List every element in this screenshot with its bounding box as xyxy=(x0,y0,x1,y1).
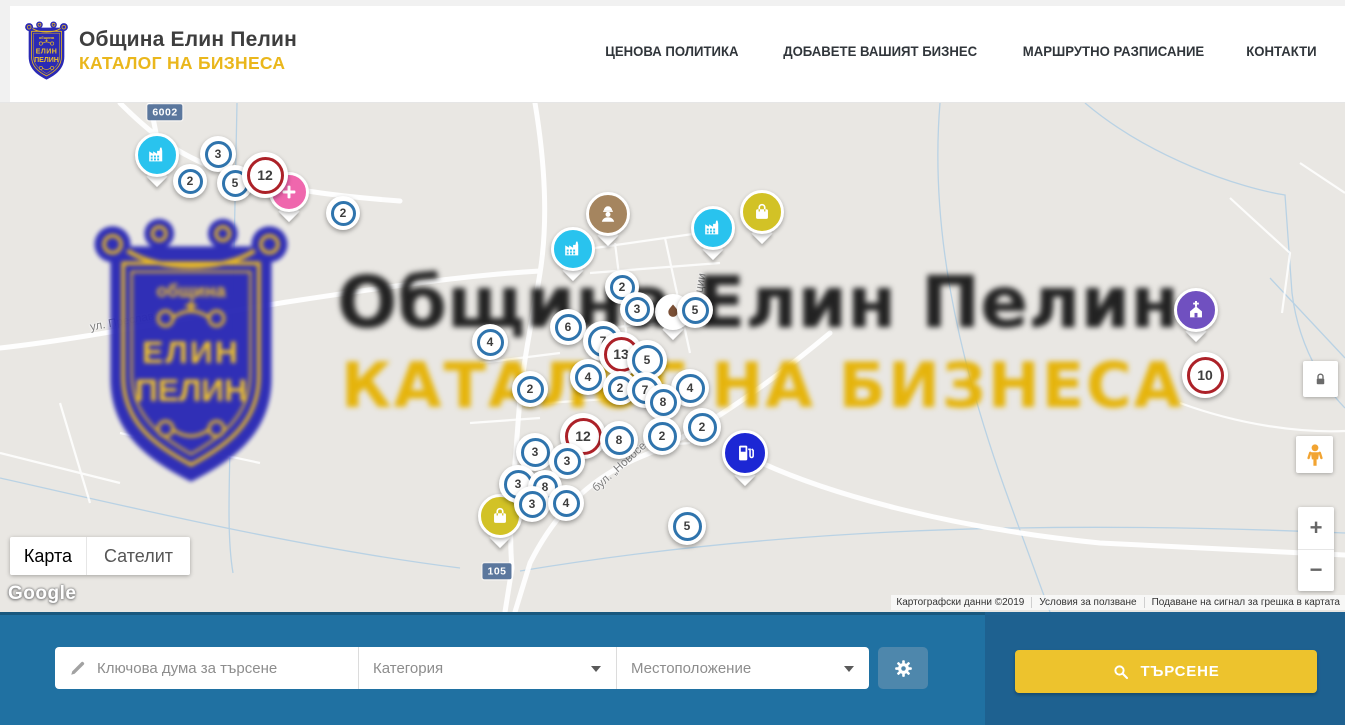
cluster-marker[interactable]: 8 xyxy=(600,421,638,459)
pegman-button[interactable] xyxy=(1296,436,1333,473)
factory-icon xyxy=(135,133,179,177)
search-button-label: ТЪРСЕНЕ xyxy=(1140,663,1219,680)
search-icon xyxy=(1112,663,1130,681)
cluster-marker[interactable]: 4 xyxy=(472,324,508,360)
chevron-down-icon xyxy=(591,666,601,672)
cluster-marker[interactable]: 12 xyxy=(242,152,288,198)
page: Община Елин Пелин КАТАЛОГ НА БИЗНЕСА ЦЕН… xyxy=(0,0,1345,725)
cluster-marker[interactable]: 10 xyxy=(1182,352,1228,398)
cluster-marker[interactable]: 5 xyxy=(668,507,706,545)
bag-icon xyxy=(740,190,784,234)
fuel-icon xyxy=(722,430,768,476)
cluster-marker[interactable]: 2 xyxy=(173,164,207,198)
zoom-in-button[interactable]: + xyxy=(1298,507,1334,550)
factory-pin[interactable] xyxy=(551,227,595,271)
google-logo[interactable]: Google xyxy=(8,583,76,605)
category-value: Категория xyxy=(373,660,443,677)
cluster-count: 3 xyxy=(625,297,650,322)
zoom-out-button[interactable]: − xyxy=(1298,550,1334,592)
cluster-count: 4 xyxy=(553,490,580,517)
cluster-count: 5 xyxy=(673,512,702,541)
church-pin[interactable] xyxy=(1174,288,1218,332)
keyword-field[interactable] xyxy=(55,647,358,689)
search-bar: Категория Местоположение xyxy=(0,612,1345,725)
cluster-count: 3 xyxy=(519,491,546,518)
advanced-settings-button[interactable] xyxy=(878,647,928,689)
fuel-pin[interactable] xyxy=(722,430,768,476)
pencil-icon xyxy=(69,659,87,677)
zoom-control: + − xyxy=(1298,507,1334,591)
attribution-report-error-link[interactable]: Подаване на сигнал за грешка в картата xyxy=(1144,597,1340,608)
cluster-count: 8 xyxy=(650,389,677,416)
nav-contacts[interactable]: КОНТАКТИ xyxy=(1246,43,1316,59)
lock-icon xyxy=(1313,371,1328,388)
cluster-count: 2 xyxy=(331,201,356,226)
cluster-count: 5 xyxy=(682,297,709,324)
cluster-count: 2 xyxy=(688,413,717,442)
factory-icon xyxy=(691,206,735,250)
cluster-marker[interactable]: 4 xyxy=(570,359,606,395)
pegman-icon xyxy=(1303,443,1327,467)
cluster-count: 4 xyxy=(575,364,602,391)
keyword-input[interactable] xyxy=(97,660,346,677)
factory-icon xyxy=(551,227,595,271)
road-badge: 105 xyxy=(482,563,511,579)
attribution-terms-link[interactable]: Условия за ползване xyxy=(1031,597,1136,608)
nav-pricing-policy[interactable]: ЦЕНОВА ПОЛИТИКА xyxy=(605,43,738,59)
cluster-count: 3 xyxy=(554,448,581,475)
cluster-marker[interactable]: 2 xyxy=(643,417,681,455)
cluster-marker[interactable]: 2 xyxy=(326,196,360,230)
nav-add-business[interactable]: ДОБАВЕТЕ ВАШИЯТ БИЗНЕС xyxy=(783,43,977,59)
nav-route-schedule[interactable]: МАРШРУТНО РАЗПИСАНИЕ xyxy=(1023,43,1204,59)
factory-pin[interactable] xyxy=(135,133,179,177)
location-select[interactable]: Местоположение xyxy=(616,647,869,689)
site-subtitle: КАТАЛОГ НА БИЗНЕСА xyxy=(79,53,297,74)
search-button[interactable]: ТЪРСЕНЕ xyxy=(1015,650,1317,693)
map-type-control: Карта Сателит xyxy=(10,537,190,575)
search-fields: Категория Местоположение xyxy=(55,647,869,689)
cluster-count: 3 xyxy=(205,141,232,168)
cluster-marker[interactable]: 8 xyxy=(645,384,681,420)
bag-pin[interactable] xyxy=(740,190,784,234)
church-icon xyxy=(1174,288,1218,332)
main-nav: ЦЕНОВА ПОЛИТИКА ДОБАВЕТЕ ВАШИЯТ БИЗНЕС М… xyxy=(601,43,1319,59)
cluster-count: 4 xyxy=(477,329,504,356)
cluster-marker[interactable]: 3 xyxy=(514,486,550,522)
map-type-satellite-button[interactable]: Сателит xyxy=(86,537,190,575)
cluster-marker[interactable]: 5 xyxy=(677,292,713,328)
cluster-count: 10 xyxy=(1187,357,1224,394)
gear-icon xyxy=(893,658,914,679)
site-logo[interactable]: Община Елин Пелин КАТАЛОГ НА БИЗНЕСА xyxy=(23,21,297,82)
cluster-count: 12 xyxy=(247,157,284,194)
site-title: Община Елин Пелин xyxy=(79,28,297,52)
cluster-count: 5 xyxy=(632,345,663,376)
cluster-marker[interactable]: 6 xyxy=(550,309,586,345)
map-canvas[interactable]: 6002105ул. Преславбул. „Новоселции Общин… xyxy=(0,103,1345,612)
factory-pin[interactable] xyxy=(691,206,735,250)
cluster-count: 2 xyxy=(178,169,203,194)
cluster-marker[interactable]: 2 xyxy=(683,408,721,446)
map-attribution: Картографски данни ©2019 Условия за полз… xyxy=(891,595,1345,610)
cluster-marker[interactable]: 2 xyxy=(512,371,548,407)
cluster-count: 2 xyxy=(517,376,544,403)
cluster-count: 3 xyxy=(521,438,550,467)
map-type-map-button[interactable]: Карта xyxy=(10,537,86,575)
location-value: Местоположение xyxy=(631,660,751,677)
header: Община Елин Пелин КАТАЛОГ НА БИЗНЕСА ЦЕН… xyxy=(0,0,1345,103)
cluster-marker[interactable]: 4 xyxy=(548,485,584,521)
category-select[interactable]: Категория xyxy=(358,647,616,689)
lock-button[interactable] xyxy=(1303,361,1338,397)
municipality-logo-icon xyxy=(23,21,70,82)
road-badge: 6002 xyxy=(147,104,182,120)
cluster-count: 2 xyxy=(648,422,677,451)
cluster-marker[interactable]: 3 xyxy=(620,292,654,326)
attribution-copyright: Картографски данни ©2019 xyxy=(896,597,1024,608)
cluster-count: 6 xyxy=(555,314,582,341)
cluster-count: 8 xyxy=(605,426,634,455)
chevron-down-icon xyxy=(844,666,854,672)
